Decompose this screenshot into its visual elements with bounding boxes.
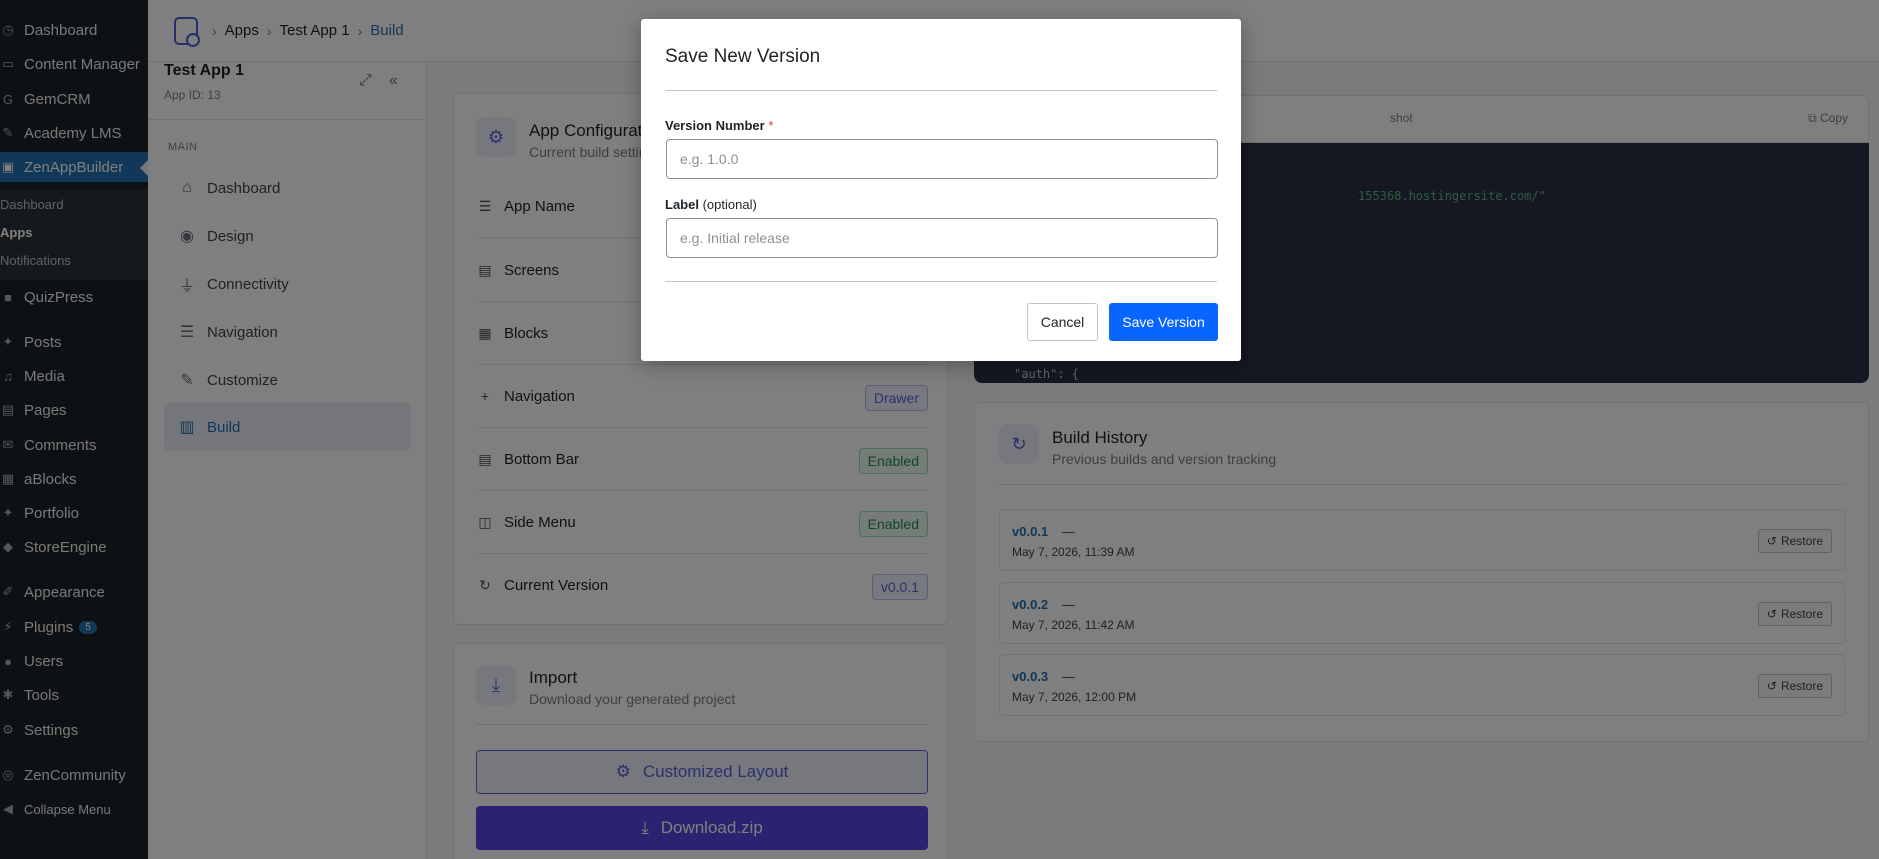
label-field-label: Label (optional) xyxy=(665,197,757,212)
label-text: Label xyxy=(665,197,699,212)
version-number-input[interactable] xyxy=(666,139,1218,179)
required-mark: * xyxy=(768,118,774,133)
label-text: Version Number xyxy=(665,118,765,133)
save-version-dialog: Save New Version Version Number * Label … xyxy=(641,19,1241,361)
save-version-button[interactable]: Save Version xyxy=(1109,303,1218,341)
optional-text: (optional) xyxy=(702,197,757,212)
divider xyxy=(665,281,1217,282)
cancel-button[interactable]: Cancel xyxy=(1027,303,1098,341)
dialog-title: Save New Version xyxy=(665,46,821,67)
version-number-label: Version Number * xyxy=(665,118,773,133)
divider xyxy=(665,90,1217,91)
label-input[interactable] xyxy=(666,218,1218,258)
